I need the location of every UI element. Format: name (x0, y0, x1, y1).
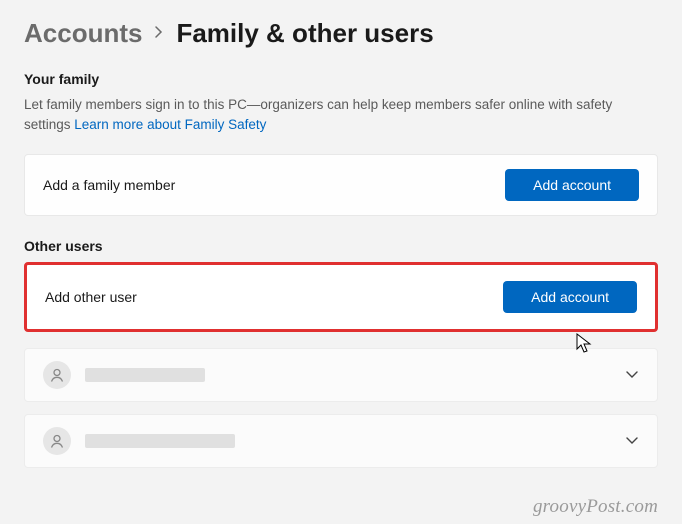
add-other-user-label: Add other user (45, 289, 137, 305)
user-name-redacted (85, 368, 205, 382)
breadcrumb-parent[interactable]: Accounts (24, 18, 142, 49)
chevron-down-icon[interactable] (625, 433, 639, 449)
add-other-user-card: Add other user Add account (24, 262, 658, 332)
user-avatar-icon (43, 427, 71, 455)
breadcrumb: Accounts Family & other users (24, 18, 658, 49)
user-name-redacted (85, 434, 235, 448)
section-title-family: Your family (24, 71, 658, 87)
section-title-other: Other users (24, 238, 658, 254)
add-family-member-card: Add a family member Add account (24, 154, 658, 216)
page-title: Family & other users (176, 18, 433, 49)
learn-more-family-safety-link[interactable]: Learn more about Family Safety (74, 117, 266, 132)
chevron-right-icon (154, 25, 164, 42)
add-family-member-label: Add a family member (43, 177, 175, 193)
section-other-users: Other users Add other user Add account (24, 238, 658, 468)
chevron-down-icon[interactable] (625, 367, 639, 383)
user-row[interactable] (24, 348, 658, 402)
watermark: groovyPost.com (533, 496, 658, 518)
add-other-account-button[interactable]: Add account (503, 281, 637, 313)
user-row[interactable] (24, 414, 658, 468)
add-family-account-button[interactable]: Add account (505, 169, 639, 201)
section-your-family: Your family Let family members sign in t… (24, 71, 658, 216)
section-desc-family: Let family members sign in to this PC—or… (24, 95, 658, 136)
user-avatar-icon (43, 361, 71, 389)
